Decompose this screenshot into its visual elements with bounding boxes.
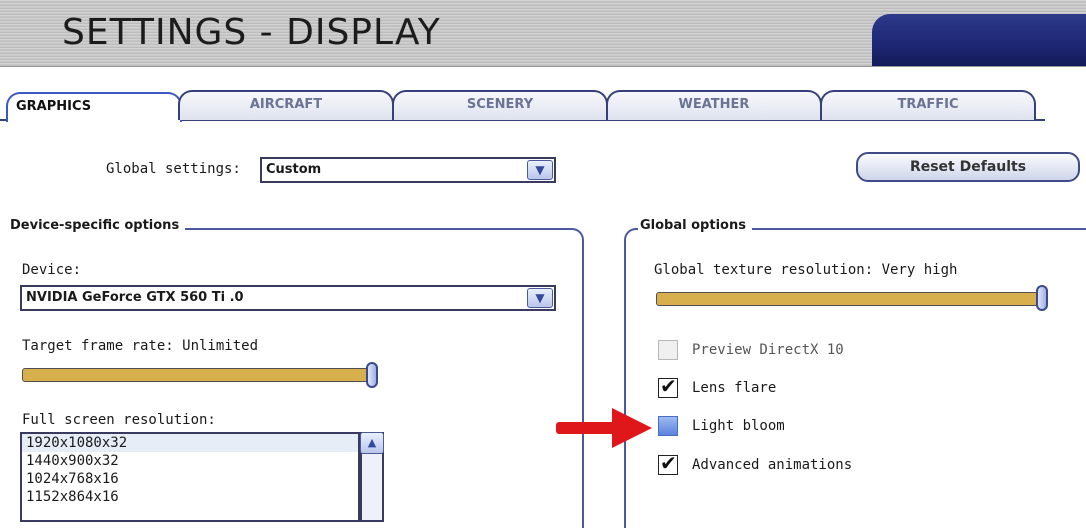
texture-resolution-label: Global texture resolution: Very high — [654, 262, 958, 278]
frame-rate-label: Target frame rate: Unlimited — [22, 338, 259, 354]
texture-slider-track[interactable] — [656, 292, 1044, 306]
frame-rate-slider-knob[interactable] — [366, 362, 378, 388]
texture-slider-knob[interactable] — [1036, 285, 1048, 311]
advanced-animations-label: Advanced animations — [692, 457, 853, 473]
resolution-label: Full screen resolution: — [22, 412, 216, 428]
global-settings-label: Global settings: — [106, 161, 241, 177]
list-item[interactable]: 1440x900x32 — [22, 452, 358, 470]
title-accent — [872, 14, 1086, 66]
lens-flare-checkbox[interactable] — [658, 374, 678, 398]
tab-traffic[interactable]: TRAFFIC — [820, 90, 1036, 120]
list-item[interactable]: 1920x1080x32 — [22, 434, 358, 452]
tab-graphics[interactable]: GRAPHICS — [6, 92, 182, 122]
device-value: NVIDIA GeForce GTX 560 Ti .0 — [26, 290, 244, 305]
resolution-listbox[interactable]: 1920x1080x32 1440x900x32 1024x768x16 115… — [20, 432, 360, 522]
device-dropdown[interactable]: NVIDIA GeForce GTX 560 Ti .0 ▼ — [20, 285, 556, 311]
red-arrow-head — [612, 408, 652, 448]
tab-weather[interactable]: WEATHER — [606, 90, 822, 120]
frame-rate-slider-track[interactable] — [22, 368, 376, 382]
chevron-down-icon[interactable]: ▼ — [527, 160, 553, 180]
list-item[interactable]: 1152x864x16 — [22, 488, 358, 506]
light-bloom-label: Light bloom — [692, 418, 785, 434]
device-options-title: Device-specific options — [8, 218, 186, 233]
device-label: Device: — [22, 262, 82, 278]
page-title: SETTINGS - DISPLAY — [62, 12, 441, 53]
global-settings-dropdown[interactable]: Custom ▼ — [260, 157, 556, 183]
arrow-up-icon[interactable]: ▲ — [360, 432, 384, 454]
tab-scenery[interactable]: SCENERY — [392, 90, 608, 120]
red-arrow-shaft — [556, 422, 616, 434]
tab-aircraft[interactable]: AIRCRAFT — [178, 90, 394, 120]
light-bloom-checkbox[interactable] — [658, 416, 678, 436]
advanced-animations-checkbox[interactable] — [658, 451, 678, 475]
reset-defaults-button[interactable]: Reset Defaults — [856, 152, 1080, 182]
list-item[interactable]: 1024x768x16 — [22, 470, 358, 488]
preview-dx10-checkbox[interactable] — [658, 340, 678, 360]
global-settings-value: Custom — [266, 162, 322, 177]
lens-flare-label: Lens flare — [692, 380, 777, 396]
chevron-down-icon[interactable]: ▼ — [527, 288, 553, 308]
global-options-title: Global options — [638, 218, 752, 233]
preview-dx10-label: Preview DirectX 10 — [692, 342, 844, 358]
